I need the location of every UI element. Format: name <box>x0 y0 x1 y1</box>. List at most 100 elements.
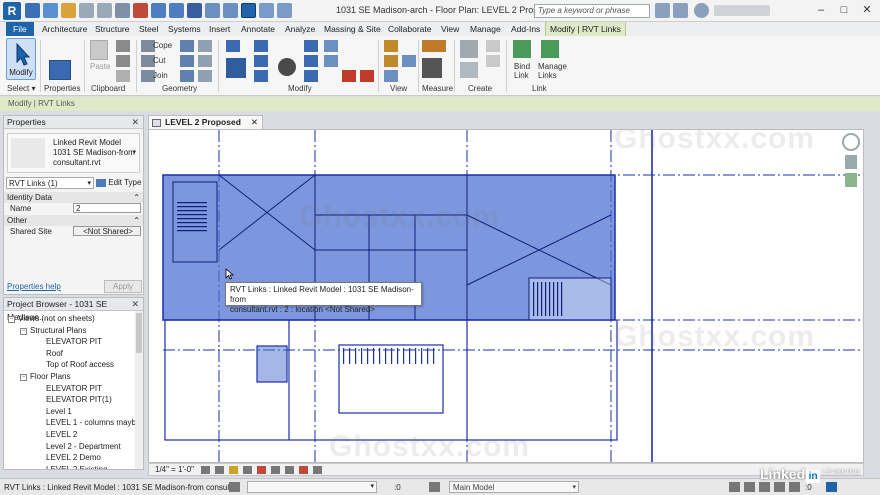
search-input[interactable]: Type a keyword or phrase <box>534 4 650 18</box>
cut-icon[interactable] <box>116 40 130 52</box>
create-group-icon[interactable] <box>486 40 500 52</box>
create-parts-icon[interactable] <box>460 62 478 78</box>
bind-link-icon[interactable] <box>513 40 531 58</box>
switch-windows-icon[interactable] <box>277 3 292 18</box>
collapse-icon[interactable]: ⌃ <box>133 192 140 203</box>
tree-view-item[interactable]: Level 1 <box>46 407 72 416</box>
tab-view[interactable]: View <box>437 22 463 36</box>
paste-icon[interactable] <box>90 40 108 60</box>
detail-level-icon[interactable] <box>201 466 210 474</box>
user-icon[interactable] <box>694 3 709 18</box>
tab-file[interactable]: File <box>6 22 34 36</box>
undo-icon[interactable] <box>79 3 94 18</box>
reveal-hidden-icon[interactable] <box>299 466 308 474</box>
delete-icon[interactable] <box>360 70 374 82</box>
show-crop-icon[interactable] <box>271 466 280 474</box>
close-icon[interactable]: ✕ <box>131 116 139 129</box>
hide-icon[interactable] <box>384 70 398 82</box>
tree-view-item[interactable]: LEVEL 2 Demo <box>46 453 101 462</box>
drag-elements-icon[interactable] <box>789 482 800 492</box>
steering-wheel-icon[interactable] <box>842 133 860 151</box>
measure-icon[interactable] <box>133 3 148 18</box>
tree-folder[interactable]: Floor Plans <box>30 372 70 381</box>
copy-element-icon[interactable] <box>254 70 268 82</box>
scrollbar-thumb[interactable] <box>136 313 142 353</box>
group-identity-data[interactable]: Identity Data ⌃ <box>4 192 143 203</box>
cut-label[interactable]: Cut <box>153 56 165 65</box>
view-scale[interactable]: 1/4" = 1'-0" <box>155 465 194 474</box>
redo-icon[interactable] <box>97 3 112 18</box>
create-similar-icon[interactable] <box>486 55 500 67</box>
design-options-icon[interactable] <box>429 482 440 492</box>
sun-path-icon[interactable] <box>229 466 238 474</box>
tree-toggle-icon[interactable]: − <box>20 327 27 335</box>
shared-site-button[interactable]: <Not Shared> <box>73 226 141 236</box>
tree-view-item[interactable]: Roof <box>46 349 63 358</box>
thin-lines-icon[interactable] <box>241 3 256 18</box>
active-workset-dropdown[interactable]: ▾ <box>247 481 377 493</box>
tab-modify-rvt-links[interactable]: Modify | RVT Links <box>545 22 626 36</box>
paint-icon[interactable] <box>180 70 194 82</box>
close-icon[interactable]: ✕ <box>251 116 258 129</box>
visual-style-icon[interactable] <box>215 466 224 474</box>
open-icon[interactable] <box>25 3 40 18</box>
tab-analyze[interactable]: Analyze <box>281 22 319 36</box>
select-dropdown[interactable]: Select ▾ <box>7 84 35 93</box>
offset-icon[interactable] <box>254 40 268 52</box>
tree-view-item[interactable]: ELEVATOR PIT <box>46 384 102 393</box>
sync-icon[interactable] <box>61 3 76 18</box>
tree-toggle-icon[interactable]: − <box>8 316 15 323</box>
save-icon[interactable] <box>43 3 58 18</box>
navigation-wheel-icon[interactable] <box>845 155 857 169</box>
search-icon[interactable] <box>655 3 670 18</box>
section-icon[interactable] <box>223 3 238 18</box>
tab-annotate[interactable]: Annotate <box>237 22 279 36</box>
minimize-button[interactable]: – <box>812 3 830 18</box>
close-hidden-icon[interactable] <box>259 3 274 18</box>
pin-icon[interactable] <box>324 55 338 67</box>
move-icon[interactable] <box>226 58 246 78</box>
scrollbar[interactable] <box>135 311 143 469</box>
select-links-icon[interactable] <box>729 482 740 492</box>
crop-view-icon[interactable] <box>257 466 266 474</box>
scale-icon[interactable] <box>324 40 338 52</box>
select-pinned-icon[interactable] <box>759 482 770 492</box>
3d-view-icon[interactable] <box>205 3 220 18</box>
close-icon[interactable]: ✕ <box>131 298 139 311</box>
array-icon[interactable] <box>304 70 318 82</box>
tree-view-item[interactable]: Top of Roof access <box>46 360 114 369</box>
temporary-hide-icon[interactable] <box>285 466 294 474</box>
group-other[interactable]: Other ⌃ <box>4 215 143 226</box>
wall-joins-icon[interactable] <box>180 40 194 52</box>
maximize-button[interactable]: □ <box>835 3 853 18</box>
apply-button[interactable]: Apply <box>104 280 142 293</box>
align-geometry-icon[interactable] <box>198 55 212 67</box>
split-icon[interactable] <box>304 55 318 67</box>
tab-systems[interactable]: Systems <box>164 22 205 36</box>
match-type-icon[interactable] <box>116 70 130 82</box>
bind-link-label[interactable]: Bind Link <box>514 62 530 80</box>
paint-remove-icon[interactable] <box>198 70 212 82</box>
zoom-icon[interactable] <box>845 173 857 187</box>
tree-toggle-icon[interactable]: − <box>20 374 27 381</box>
tree-view-item[interactable]: LEVEL 2 <box>46 430 77 439</box>
tab-level-2-proposed[interactable]: LEVEL 2 Proposed ✕ <box>148 115 263 129</box>
tab-collaborate[interactable]: Collaborate <box>384 22 435 36</box>
type-selector[interactable]: Linked Revit Model 1031 SE Madison-from … <box>7 133 140 173</box>
edit-type-button[interactable]: Edit Type <box>96 176 142 190</box>
dimension-icon[interactable] <box>151 3 166 18</box>
tab-manage[interactable]: Manage <box>466 22 505 36</box>
tree-view-item[interactable]: Level 2 - Department <box>46 442 121 451</box>
rotate-icon[interactable] <box>278 58 296 76</box>
select-underlay-icon[interactable] <box>744 482 755 492</box>
filter-icon[interactable] <box>402 55 416 67</box>
measure-icon[interactable] <box>422 40 446 52</box>
tab-steel[interactable]: Steel <box>135 22 162 36</box>
modify-button[interactable]: Modify <box>6 38 36 80</box>
cope-label[interactable]: Cope <box>153 41 172 50</box>
revit-logo-icon[interactable]: R <box>3 2 21 20</box>
name-field[interactable]: 2 <box>73 203 141 213</box>
create-assembly-icon[interactable] <box>460 40 478 58</box>
manage-links-label[interactable]: Manage Links <box>538 62 567 80</box>
properties-icon[interactable] <box>49 60 71 80</box>
